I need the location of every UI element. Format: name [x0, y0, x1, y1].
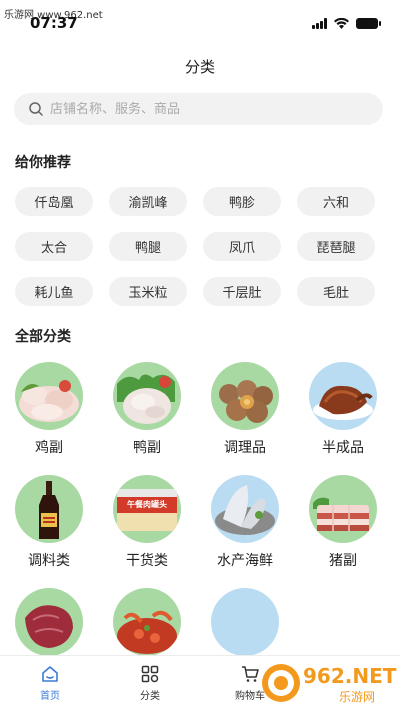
category-label: 半成品: [322, 440, 364, 456]
site-logo-subtext: 乐游网: [339, 690, 376, 704]
recommend-section-title: 给你推荐: [15, 155, 71, 171]
seafood-image: [211, 475, 279, 543]
signal-icon: [312, 18, 327, 29]
beef-image: [15, 588, 83, 656]
category-item-seasonings[interactable]: 调料类: [12, 475, 86, 570]
category-label: 水产海鲜: [217, 553, 273, 569]
category-label: 干货类: [126, 553, 168, 569]
tab-home[interactable]: 首页: [0, 656, 100, 710]
chicken-parts-image: [15, 362, 83, 430]
placeholder-image: [211, 588, 279, 656]
seasonings-image: [15, 475, 83, 543]
category-label: 鸡副: [35, 440, 63, 456]
recommend-tag[interactable]: 鸭腿: [109, 232, 187, 261]
category-item-pork-parts[interactable]: 猪副: [306, 475, 380, 570]
category-label: 猪副: [329, 553, 357, 569]
recommend-tag[interactable]: 凤爪: [203, 232, 281, 261]
category-item-chicken-parts[interactable]: 鸡副: [12, 362, 86, 457]
category-item-dry-goods[interactable]: 午餐肉罐头 干货类: [110, 475, 184, 570]
category-grid: 鸡副 鸭副 调理品 半成品 调料类 午餐肉罐头 干货类 水产海鲜 猪副: [12, 362, 388, 663]
recommend-tag[interactable]: 千层肚: [203, 277, 281, 306]
status-time: 07:37: [30, 14, 78, 32]
recommend-tag[interactable]: 太合: [15, 232, 93, 261]
recommend-tag[interactable]: 渝凯峰: [109, 187, 187, 216]
category-icon: [141, 665, 159, 683]
search-input[interactable]: [50, 101, 350, 117]
page-title: 分类: [184, 58, 215, 76]
category-item-prepared-foods[interactable]: 调理品: [208, 362, 282, 457]
recommend-tag[interactable]: 仟岛凰: [15, 187, 93, 216]
dry-goods-image: 午餐肉罐头: [113, 475, 181, 543]
recommend-tag[interactable]: 鸭胗: [203, 187, 281, 216]
category-item-duck-parts[interactable]: 鸭副: [110, 362, 184, 457]
recommend-tag[interactable]: 耗儿鱼: [15, 277, 93, 306]
tab-label: 分类: [140, 691, 160, 702]
search-bar[interactable]: [14, 93, 383, 125]
can-label: 午餐肉罐头: [127, 500, 167, 509]
search-icon: [29, 102, 43, 116]
prepared-foods-image: [211, 362, 279, 430]
duck-parts-image: [113, 362, 181, 430]
all-categories-title: 全部分类: [15, 329, 71, 345]
status-bar: 07:37: [0, 14, 400, 36]
status-icons: [312, 18, 381, 29]
category-item-semi-finished[interactable]: 半成品: [306, 362, 380, 457]
recommend-tag[interactable]: 毛肚: [297, 277, 375, 306]
category-label: 调理品: [224, 440, 266, 456]
category-label: 鸭副: [133, 440, 161, 456]
wifi-icon: [334, 18, 349, 29]
site-logo-text: 962.NET: [303, 664, 397, 688]
crayfish-image: [113, 588, 181, 656]
category-label: 调料类: [28, 553, 70, 569]
category-item-empty[interactable]: [208, 588, 282, 663]
recommend-tags: 仟岛凰 渝凯峰 鸭胗 六和 太合 鸭腿 凤爪 琵琶腿 耗儿鱼 玉米粒 千层肚 毛…: [15, 187, 385, 306]
tab-category[interactable]: 分类: [100, 656, 200, 710]
site-logo-badge: 962.NET 乐游网: [259, 660, 397, 706]
recommend-tag[interactable]: 琵琶腿: [297, 232, 375, 261]
tab-label: 首页: [40, 691, 60, 702]
battery-icon: [356, 18, 381, 29]
recommend-tag[interactable]: 玉米粒: [109, 277, 187, 306]
semi-finished-image: [309, 362, 377, 430]
recommend-tag[interactable]: 六和: [297, 187, 375, 216]
pork-parts-image: [309, 475, 377, 543]
category-item-seafood[interactable]: 水产海鲜: [208, 475, 282, 570]
category-item-crayfish[interactable]: [110, 588, 184, 663]
cart-icon: [242, 666, 259, 682]
category-item-beef[interactable]: [12, 588, 86, 663]
home-icon: [42, 666, 58, 682]
